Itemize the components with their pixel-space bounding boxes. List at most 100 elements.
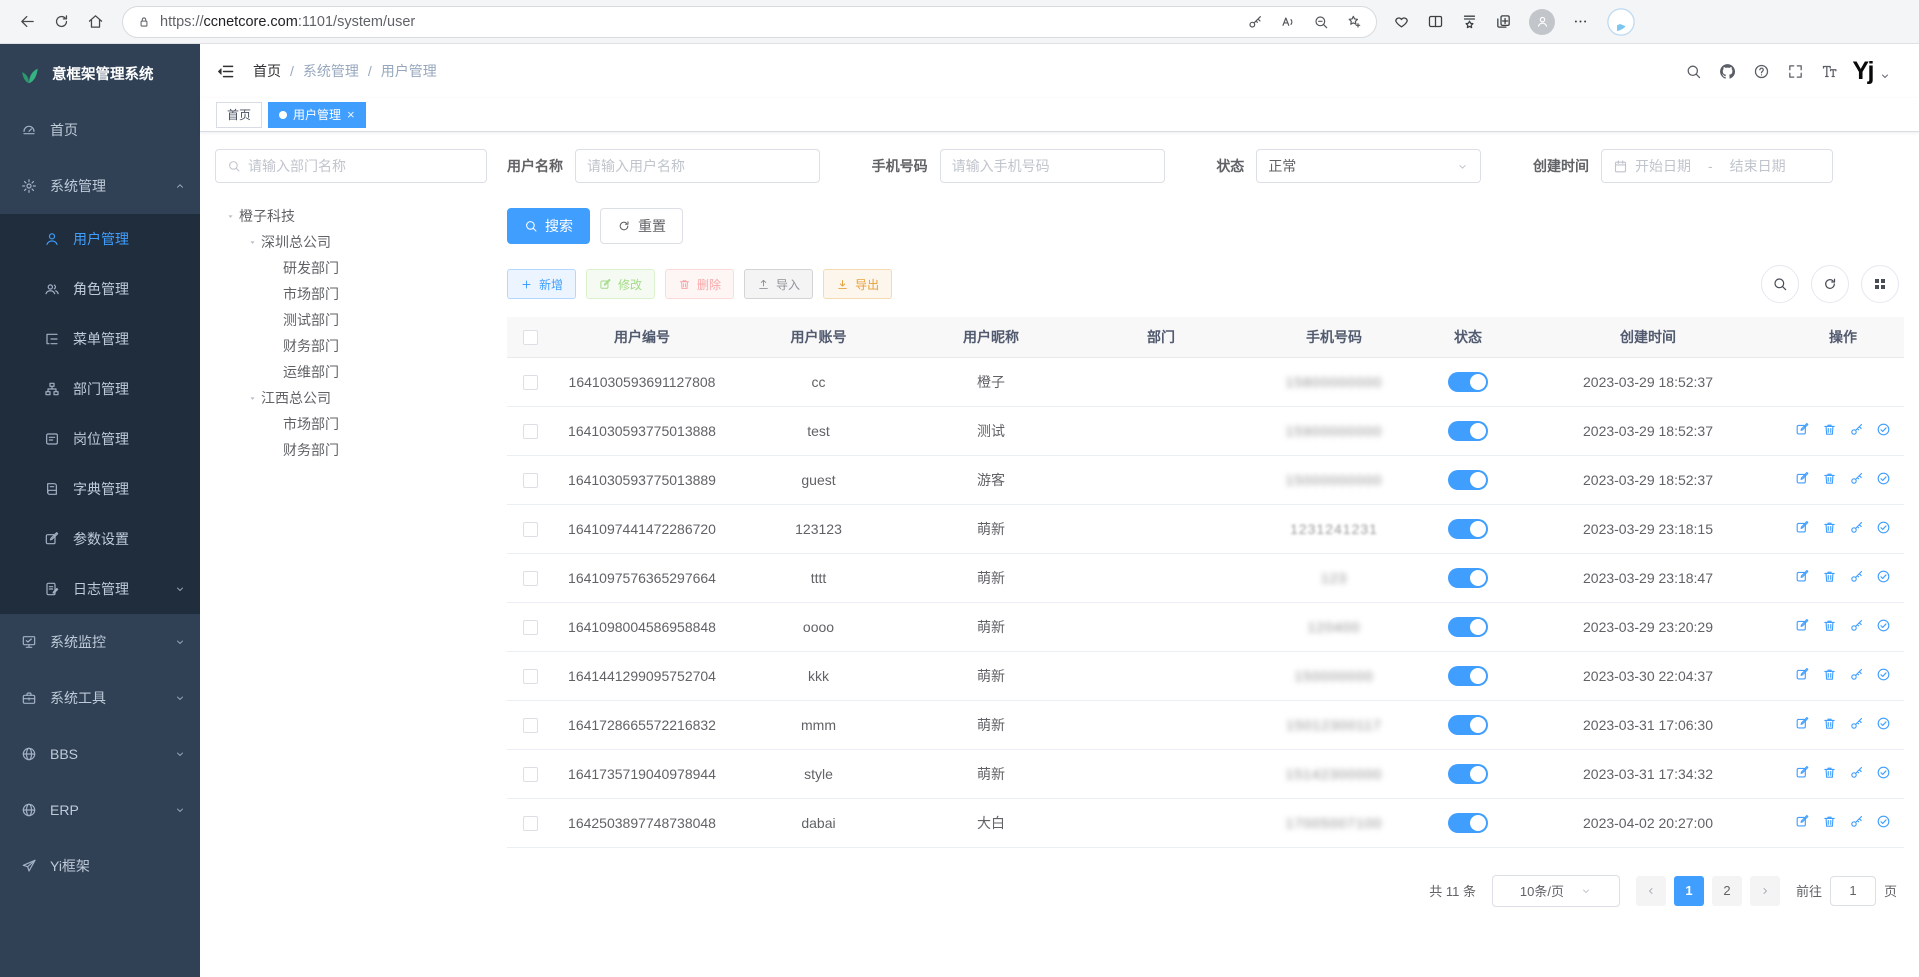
- assign-role-icon[interactable]: [1876, 716, 1891, 731]
- delete-user-icon[interactable]: [1822, 422, 1837, 437]
- avatar-caret-icon[interactable]: [1879, 70, 1891, 82]
- edit-user-icon[interactable]: [1795, 716, 1810, 731]
- github-icon[interactable]: [1719, 63, 1736, 80]
- zoomout-icon[interactable]: [1313, 14, 1329, 30]
- next-page-button[interactable]: [1750, 876, 1780, 906]
- key-icon[interactable]: [1247, 14, 1263, 30]
- edit-user-icon[interactable]: [1795, 422, 1810, 437]
- reset-password-icon[interactable]: [1849, 569, 1864, 584]
- export-button[interactable]: 导出: [823, 269, 892, 299]
- fullscreen-icon[interactable]: [1787, 63, 1804, 80]
- edit-user-icon[interactable]: [1795, 765, 1810, 780]
- row-checkbox[interactable]: [523, 669, 538, 684]
- status-toggle[interactable]: [1448, 519, 1488, 539]
- user-avatar[interactable]: Yj: [1852, 59, 1873, 84]
- department-search-input[interactable]: [248, 158, 475, 174]
- tree-node[interactable]: 研发部门: [215, 255, 487, 281]
- browser-back-button[interactable]: [10, 5, 44, 39]
- sidebar-subitem[interactable]: 部门管理: [0, 364, 200, 414]
- delete-user-icon[interactable]: [1822, 716, 1837, 731]
- tree-node[interactable]: 市场部门: [215, 411, 487, 437]
- row-checkbox[interactable]: [523, 718, 538, 733]
- row-checkbox[interactable]: [523, 767, 538, 782]
- status-toggle[interactable]: [1448, 764, 1488, 784]
- row-checkbox[interactable]: [523, 424, 538, 439]
- fontsize-icon[interactable]: [1821, 63, 1838, 80]
- tree-node[interactable]: 运维部门: [215, 359, 487, 385]
- row-checkbox[interactable]: [523, 571, 538, 586]
- sidebar-subitem[interactable]: 菜单管理: [0, 314, 200, 364]
- edit-user-icon[interactable]: [1795, 520, 1810, 535]
- delete-user-icon[interactable]: [1822, 667, 1837, 682]
- sidebar-fold-toggle[interactable]: [216, 62, 235, 81]
- breadcrumb-item[interactable]: 系统管理: [303, 61, 359, 81]
- prev-page-button[interactable]: [1636, 876, 1666, 906]
- caret-down-icon[interactable]: [221, 211, 239, 222]
- assign-role-icon[interactable]: [1876, 520, 1891, 535]
- reset-password-icon[interactable]: [1849, 471, 1864, 486]
- sidebar-item[interactable]: ERP: [0, 782, 200, 838]
- breadcrumb-item[interactable]: 首页: [253, 61, 281, 81]
- tree-node[interactable]: 深圳总公司: [215, 229, 487, 255]
- breadcrumb-item[interactable]: 用户管理: [381, 61, 437, 81]
- date-range-picker[interactable]: 开始日期 - 结束日期: [1601, 149, 1833, 183]
- edit-user-icon[interactable]: [1795, 667, 1810, 682]
- sidebar-subitem[interactable]: 参数设置: [0, 514, 200, 564]
- tree-node[interactable]: 江西总公司: [215, 385, 487, 411]
- sidebar-item[interactable]: 系统管理: [0, 158, 200, 214]
- status-toggle[interactable]: [1448, 421, 1488, 441]
- essentials-icon[interactable]: [1393, 13, 1410, 30]
- delete-user-button[interactable]: 删除: [665, 269, 734, 299]
- tree-node[interactable]: 财务部门: [215, 437, 487, 463]
- browser-reload-button[interactable]: [44, 5, 78, 39]
- delete-user-icon[interactable]: [1822, 814, 1837, 829]
- sidebar-subitem[interactable]: 用户管理: [0, 214, 200, 264]
- browser-home-button[interactable]: [78, 5, 112, 39]
- address-bar[interactable]: https://ccnetcore.com:1101/system/user: [122, 6, 1377, 38]
- readaloud-icon[interactable]: [1280, 14, 1296, 30]
- app-logo[interactable]: 意框架管理系统: [0, 44, 200, 102]
- status-toggle[interactable]: [1448, 813, 1488, 833]
- row-checkbox[interactable]: [523, 816, 538, 831]
- edit-user-icon[interactable]: [1795, 618, 1810, 633]
- tree-node[interactable]: 测试部门: [215, 307, 487, 333]
- status-toggle[interactable]: [1448, 372, 1488, 392]
- sidebar-item[interactable]: 系统工具: [0, 670, 200, 726]
- page-button[interactable]: 1: [1674, 876, 1704, 906]
- tag-view-item[interactable]: 用户管理×: [268, 102, 366, 128]
- search-icon[interactable]: [1685, 63, 1702, 80]
- reset-button[interactable]: 重置: [600, 208, 683, 244]
- sidebar-item[interactable]: Yi框架: [0, 838, 200, 894]
- sidebar-subitem[interactable]: 日志管理: [0, 564, 200, 614]
- row-checkbox[interactable]: [523, 620, 538, 635]
- reset-password-icon[interactable]: [1849, 618, 1864, 633]
- sidebar-subitem[interactable]: 角色管理: [0, 264, 200, 314]
- caret-down-icon[interactable]: [243, 393, 261, 404]
- delete-user-icon[interactable]: [1822, 471, 1837, 486]
- status-select[interactable]: 正常: [1256, 149, 1481, 183]
- refresh-circle-button[interactable]: [1811, 265, 1849, 303]
- delete-user-icon[interactable]: [1822, 569, 1837, 584]
- sidebar-item[interactable]: 首页: [0, 102, 200, 158]
- search-button[interactable]: 搜索: [507, 208, 590, 244]
- status-toggle[interactable]: [1448, 617, 1488, 637]
- sidebar-item[interactable]: 系统监控: [0, 614, 200, 670]
- assign-role-icon[interactable]: [1876, 765, 1891, 780]
- edit-user-icon[interactable]: [1795, 471, 1810, 486]
- status-toggle[interactable]: [1448, 666, 1488, 686]
- username-input[interactable]: [587, 158, 808, 174]
- bing-copilot-icon[interactable]: [1606, 7, 1636, 37]
- assign-role-icon[interactable]: [1876, 667, 1891, 682]
- reset-password-icon[interactable]: [1849, 814, 1864, 829]
- assign-role-icon[interactable]: [1876, 569, 1891, 584]
- edit-user-icon[interactable]: [1795, 814, 1810, 829]
- sidebar-item[interactable]: BBS: [0, 726, 200, 782]
- goto-page-input[interactable]: [1830, 876, 1876, 906]
- status-toggle[interactable]: [1448, 470, 1488, 490]
- assign-role-icon[interactable]: [1876, 814, 1891, 829]
- page-size-select[interactable]: 10条/页: [1492, 875, 1620, 907]
- department-search[interactable]: [215, 149, 487, 183]
- browser-profile-button[interactable]: [1529, 9, 1555, 35]
- caret-down-icon[interactable]: [243, 237, 261, 248]
- reset-password-icon[interactable]: [1849, 716, 1864, 731]
